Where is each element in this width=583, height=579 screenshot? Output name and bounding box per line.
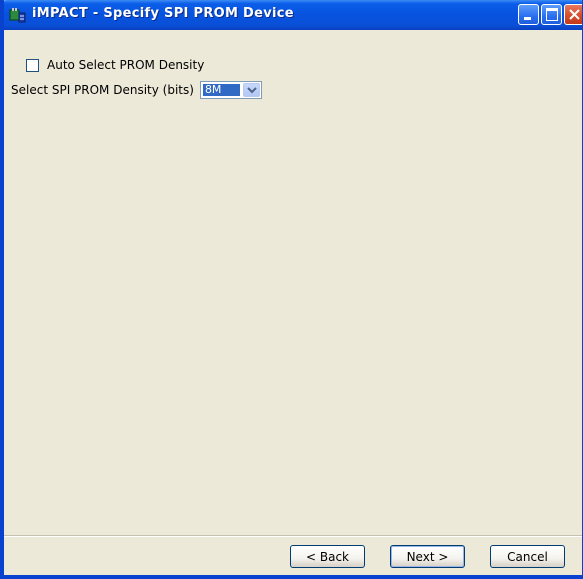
auto-select-checkbox[interactable] (26, 58, 39, 72)
back-button[interactable]: < Back (290, 545, 365, 568)
maximize-button[interactable] (541, 4, 562, 25)
density-row: Select SPI PROM Density (bits) 8M (11, 81, 262, 99)
close-button[interactable] (564, 4, 582, 25)
density-selected-value: 8M (202, 84, 240, 96)
cancel-button[interactable]: Cancel (490, 545, 565, 568)
auto-select-label[interactable]: Auto Select PROM Density (47, 58, 204, 72)
density-label: Select SPI PROM Density (bits) (11, 83, 194, 97)
dialog-window: iMPACT - Specify SPI PROM Device Auto Se… (0, 0, 583, 579)
button-separator (4, 535, 582, 537)
next-button[interactable]: Next > (390, 545, 465, 568)
window-title: iMPACT - Specify SPI PROM Device (32, 6, 294, 21)
density-select[interactable]: 8M (199, 81, 262, 99)
dialog-content: Auto Select PROM Density Select SPI PROM… (4, 30, 582, 575)
impact-app-icon (9, 7, 26, 24)
title-bar[interactable]: iMPACT - Specify SPI PROM Device (4, 0, 582, 30)
auto-select-row: Auto Select PROM Density (26, 57, 204, 73)
close-icon (569, 9, 580, 20)
minimize-button[interactable] (518, 4, 539, 25)
chevron-down-icon (247, 87, 257, 94)
dropdown-button[interactable] (242, 83, 260, 97)
